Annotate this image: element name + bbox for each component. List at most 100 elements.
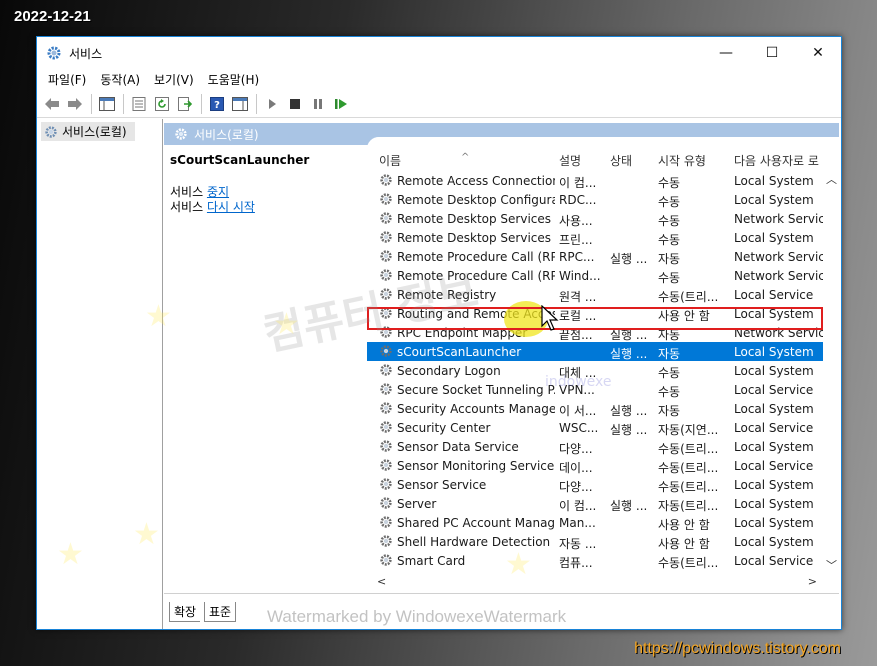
service-row[interactable]: Secondary Logon 대체 ... 수동 Local System (367, 361, 823, 380)
start-service-icon[interactable] (261, 93, 283, 115)
service-gear-icon (379, 439, 393, 453)
tab-standard[interactable]: 표준 (204, 602, 237, 622)
gear-icon (175, 128, 187, 140)
service-row[interactable]: RPC Endpoint Mapper 끝점... 실행 ... 자동 Network … (367, 323, 824, 342)
menu-bar: 파일(F) 동작(A) 보기(V) 도움말(H) (37, 69, 841, 90)
service-row[interactable]: Remote Procedure Call (RP... Wind... 수동 Net… (367, 266, 824, 285)
refresh-icon[interactable] (151, 93, 173, 115)
service-gear-icon (379, 325, 393, 339)
console-body: 서비스(로컬) 서비스(로컬) sCourtScanLauncher 서비스 중… (37, 119, 841, 629)
service-row[interactable]: Remote Desktop Services 사용... 수동 Network Se… (367, 209, 824, 228)
service-name: Sensor Monitoring Service (397, 459, 555, 473)
pause-service-icon[interactable] (307, 93, 329, 115)
service-gear-icon (379, 496, 393, 510)
menu-action[interactable]: 동작(A) (93, 71, 147, 88)
svg-text:?: ? (214, 100, 220, 111)
service-gear-icon (379, 211, 393, 225)
back-arrow-icon[interactable] (41, 93, 63, 115)
service-row[interactable]: Sensor Data Service 다양... 수동(트리... Local Sy… (367, 437, 823, 456)
export-list-icon[interactable] (174, 93, 196, 115)
service-gear-icon (379, 287, 393, 301)
tree-node-services-local[interactable]: 서비스(로컬) (41, 122, 135, 141)
close-button[interactable]: ✕ (795, 37, 841, 69)
minimize-button[interactable]: — (703, 37, 749, 69)
restart-service-link[interactable]: 다시 시작 (207, 200, 255, 214)
service-row[interactable]: Server 이 컴... 실행 ... 자동(트리... Local System (367, 494, 823, 513)
show-action-pane-icon[interactable] (229, 93, 251, 115)
column-name[interactable]: 이름 (379, 152, 401, 169)
stop-service-link[interactable]: 중지 (207, 185, 229, 199)
gear-icon (45, 125, 57, 138)
service-row[interactable]: Smart Card 컴퓨... 수동(트리... Local Service (367, 551, 823, 570)
properties-icon[interactable] (128, 93, 150, 115)
vertical-scrollbar[interactable]: ︿ ﹀ (823, 171, 839, 573)
stop-service-icon[interactable] (284, 93, 306, 115)
service-logon: Local Service (734, 421, 814, 435)
service-row[interactable]: Security Center WSC... 실행 ... 자동(지연... Local… (367, 418, 823, 437)
service-row[interactable]: Remote Procedure Call (RP... RPC... 실행 ...… (367, 247, 824, 266)
service-row[interactable]: Remote Desktop Services ... 프린... 수동 Local … (367, 228, 823, 247)
service-gear-icon (379, 534, 393, 548)
scroll-right-icon[interactable]: > (808, 575, 817, 588)
forward-arrow-icon[interactable] (64, 93, 86, 115)
column-description[interactable]: 설명 (559, 152, 581, 169)
service-startup: 수동(트리... (658, 556, 719, 570)
service-name: sCourtScanLauncher (397, 345, 522, 359)
service-row[interactable]: Security Accounts Manager 이 서... 실행 ... 자동 L… (367, 399, 823, 418)
column-status[interactable]: 상태 (610, 152, 632, 169)
service-row[interactable]: Secure Socket Tunneling P... VPN... 수동 Loca… (367, 380, 823, 399)
service-gear-icon (379, 515, 393, 529)
restart-prefix: 서비스 (170, 200, 207, 214)
service-row[interactable]: Routing and Remote Access 로컬 ... 사용 안 함 Loc… (367, 304, 823, 323)
sort-ascending-icon: ^ (461, 152, 470, 163)
help-icon[interactable]: ? (206, 93, 228, 115)
service-desc: 다양... (559, 442, 593, 456)
service-status: 실행 ... (610, 499, 648, 513)
service-desc: 대체 ... (559, 366, 597, 380)
scroll-up-icon[interactable]: ︿ (826, 171, 837, 187)
service-logon: Local System (734, 345, 814, 359)
column-startup-type[interactable]: 시작 유형 (658, 152, 706, 169)
service-gear-icon (379, 401, 393, 415)
service-status: 실행 ... (610, 328, 648, 342)
service-name: Secure Socket Tunneling P... (397, 383, 555, 397)
service-row[interactable]: Sensor Monitoring Service 데이... 수동(트리... Lo… (367, 456, 823, 475)
service-row[interactable]: Shell Hardware Detection 자동 ... 사용 안 함 Loca… (367, 532, 823, 551)
restart-service-icon[interactable] (330, 93, 352, 115)
service-startup: 자동(지연... (658, 423, 719, 437)
service-row[interactable]: Remote Access Connection... 이 컴... 수동 Local… (367, 171, 823, 190)
service-gear-icon (379, 249, 393, 263)
title-bar[interactable]: 서비스 — ☐ ✕ (37, 37, 841, 69)
maximize-button[interactable]: ☐ (749, 37, 795, 69)
service-desc: 로컬 ... (559, 309, 597, 323)
stop-action-line: 서비스 중지 (170, 185, 366, 200)
menu-view[interactable]: 보기(V) (147, 71, 201, 88)
service-row[interactable]: sCourtScanLauncher 실행 ... 자동 Local System (367, 342, 823, 361)
service-logon: Local System (734, 497, 814, 511)
toolbar-separator (91, 93, 92, 114)
service-row[interactable]: Sensor Service 다양... 수동(트리... Local System (367, 475, 823, 494)
menu-file[interactable]: 파일(F) (41, 71, 93, 88)
menu-help[interactable]: 도움말(H) (201, 71, 267, 88)
service-logon: Local System (734, 193, 814, 207)
date-stamp: 2022-12-21 (14, 8, 91, 25)
service-row[interactable]: Shared PC Account Manager Man... 사용 안 함 Loc… (367, 513, 823, 532)
show-console-tree-icon[interactable] (96, 93, 118, 115)
service-name: Remote Access Connection... (397, 174, 555, 188)
service-desc: 끝점... (559, 328, 593, 342)
column-logon-as[interactable]: 다음 사용자로 로 (734, 152, 822, 169)
horizontal-scrollbar[interactable]: < > (367, 573, 823, 591)
service-status: 실행 ... (610, 404, 648, 418)
restart-action-line: 서비스 다시 시작 (170, 200, 366, 215)
service-gear-icon (379, 420, 393, 434)
scroll-left-icon[interactable]: < (377, 575, 386, 588)
view-tabs: 확장 표준 (164, 593, 839, 629)
service-row[interactable]: Remote Registry 원격 ... 수동(트리... Local Servi… (367, 285, 823, 304)
service-desc: 원격 ... (559, 290, 597, 304)
service-startup: 자동 (658, 347, 681, 361)
scroll-down-icon[interactable]: ﹀ (826, 557, 837, 573)
tab-extended[interactable]: 확장 (169, 602, 201, 622)
service-row[interactable]: Remote Desktop Configura... RDC... 수동 Local… (367, 190, 823, 209)
services-window: 서비스 — ☐ ✕ 파일(F) 동작(A) 보기(V) 도움말(H) ? 서비스… (36, 36, 842, 630)
service-desc: 이 컴... (559, 176, 597, 190)
